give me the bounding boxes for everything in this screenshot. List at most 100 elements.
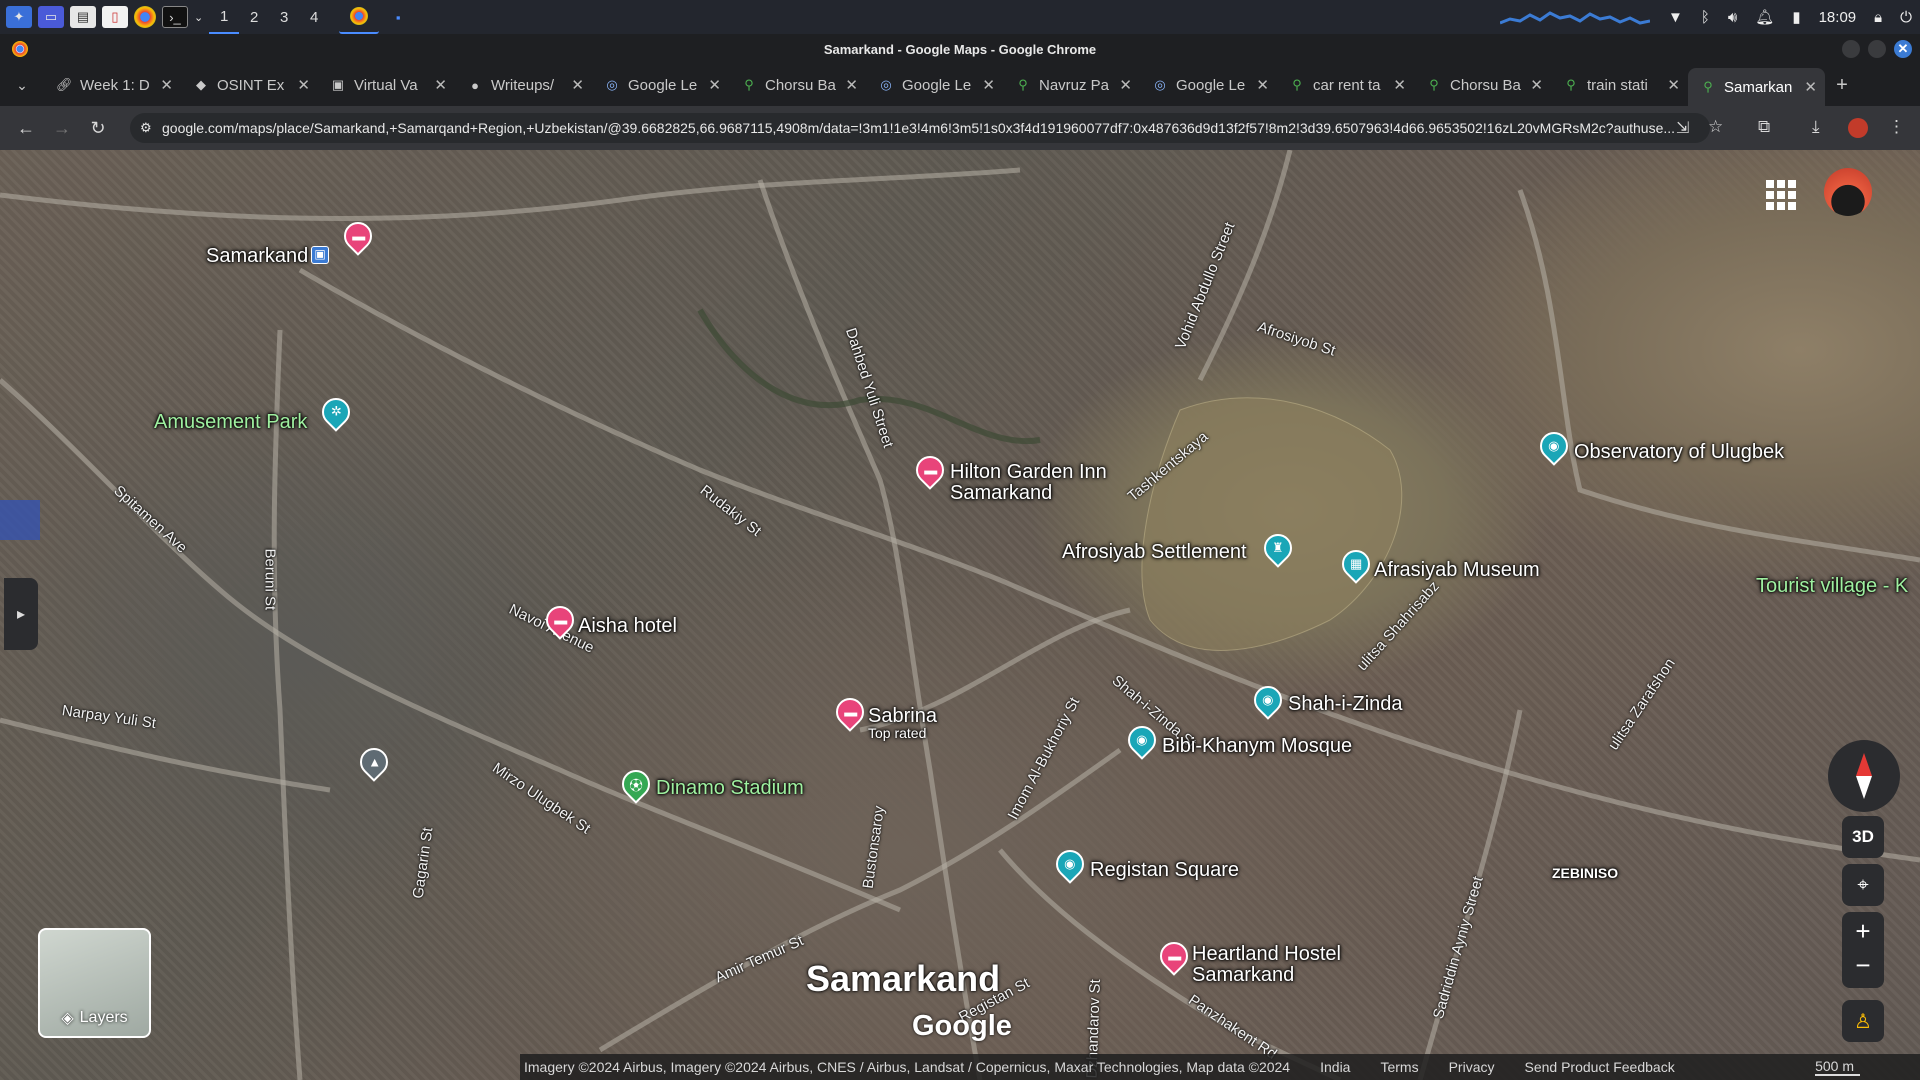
chevron-down-icon[interactable]: ⌄ — [194, 11, 203, 24]
document-icon[interactable]: ▯ — [102, 6, 128, 28]
google-apps-icon[interactable] — [1766, 180, 1796, 210]
map-canvas[interactable]: Dahbed Yuli Street Vohid Abdullo Street … — [0, 150, 1920, 1080]
tab-10[interactable]: ⚲ Chorsu Ba ✕ — [1414, 68, 1551, 102]
place-label-tourist-village[interactable]: Tourist village - K — [1756, 576, 1908, 596]
tab-12[interactable]: ⚲ Samarkan ✕ — [1688, 68, 1825, 106]
bookmark-star-icon[interactable]: ☆ — [1708, 117, 1723, 137]
chrome-icon[interactable] — [134, 6, 156, 28]
place-label-afrasiyab-museum[interactable]: Afrasiyab Museum — [1374, 560, 1540, 580]
close-tab-icon[interactable]: ✕ — [1393, 76, 1406, 94]
bell-icon[interactable]: 🔔︎ — [1755, 8, 1774, 26]
place-label-samarkand-station[interactable]: Samarkand — [206, 246, 308, 266]
museum-pin-icon[interactable]: ◉ — [1248, 680, 1288, 722]
school-pin-icon[interactable]: ▲ — [354, 742, 394, 784]
close-tab-icon[interactable]: ✕ — [845, 76, 858, 94]
profile-avatar[interactable] — [1848, 118, 1868, 138]
stadium-pin-icon[interactable]: ⚽︎ — [616, 764, 656, 806]
close-tab-icon[interactable]: ✕ — [982, 76, 995, 94]
scale-bar[interactable]: 500 m — [1815, 1058, 1860, 1076]
close-tab-icon[interactable]: ✕ — [1119, 76, 1132, 94]
launcher-icon[interactable]: ✦ — [6, 6, 32, 28]
workspace-3[interactable]: 3 — [269, 0, 299, 34]
3d-toggle-button[interactable]: 3D — [1842, 816, 1884, 858]
close-tab-icon[interactable]: ✕ — [1667, 76, 1680, 94]
place-label-dinamo-stadium[interactable]: Dinamo Stadium — [656, 778, 804, 798]
place-label-bibi-khanym-mosque[interactable]: Bibi-Khanym Mosque — [1162, 736, 1352, 756]
battery-icon[interactable]: ▮ — [1792, 8, 1800, 26]
place-label-afrosiyab-settlement[interactable]: Afrosiyab Settlement — [1062, 542, 1247, 562]
app-task-icon[interactable]: ▪ — [385, 6, 411, 28]
hotel-pin-icon[interactable]: ▬ — [910, 450, 950, 492]
close-tab-icon[interactable]: ✕ — [1256, 76, 1269, 94]
close-tab-icon[interactable]: ✕ — [434, 76, 447, 94]
park-pin-icon[interactable]: ✲ — [316, 392, 356, 434]
terms-link[interactable]: Terms — [1380, 1059, 1418, 1075]
reload-icon[interactable]: ↻ — [80, 118, 116, 139]
compass-icon[interactable] — [1828, 740, 1900, 812]
landmark-pin-icon[interactable]: ♜ — [1258, 528, 1298, 570]
desktop-icon[interactable]: ▭ — [38, 6, 64, 28]
close-tab-icon[interactable]: ✕ — [160, 76, 173, 94]
account-avatar[interactable] — [1824, 168, 1872, 216]
tab-8[interactable]: ◎ Google Le ✕ — [1140, 68, 1277, 102]
tab-3[interactable]: ● Writeups/ ✕ — [455, 68, 592, 102]
country-link[interactable]: India — [1320, 1059, 1350, 1075]
terminal-icon[interactable]: ›_ — [162, 6, 188, 28]
clock[interactable]: 18:09 — [1819, 9, 1857, 26]
forward-icon[interactable]: → — [44, 118, 80, 139]
museum-pin-icon[interactable]: ◉ — [1534, 426, 1574, 468]
minimize-button[interactable] — [1842, 40, 1860, 58]
museum-pin-icon[interactable]: ◉ — [1050, 844, 1090, 886]
tab-0[interactable]: 🔗︎ Week 1: D ✕ — [44, 68, 181, 102]
workspace-4[interactable]: 4 — [299, 0, 329, 34]
museum-pin-icon[interactable]: ▦ — [1336, 544, 1376, 586]
maximize-button[interactable] — [1868, 40, 1886, 58]
tab-5[interactable]: ⚲ Chorsu Ba ✕ — [729, 68, 866, 102]
privacy-link[interactable]: Privacy — [1449, 1059, 1495, 1075]
site-info-icon[interactable]: ⚙ — [140, 120, 152, 136]
close-tab-icon[interactable]: ✕ — [571, 76, 584, 94]
hotel-pin-icon[interactable]: ▬ — [830, 692, 870, 734]
place-label-amusement-park[interactable]: Amusement Park — [154, 412, 307, 432]
workspace-1[interactable]: 1 — [209, 0, 240, 34]
download-icon[interactable]: ⤓ — [1812, 117, 1820, 137]
address-bar[interactable]: ⚙ google.com/maps/place/Samarkand,+Samar… — [130, 113, 1710, 143]
close-tab-icon[interactable]: ✕ — [297, 76, 310, 94]
tab-4[interactable]: ◎ Google Le ✕ — [592, 68, 729, 102]
file-manager-icon[interactable]: ▤ — [70, 6, 96, 28]
place-label-registan-square[interactable]: Registan Square — [1090, 860, 1239, 880]
zoom-out-button[interactable]: − — [1855, 950, 1870, 988]
zoom-in-button[interactable]: + — [1855, 912, 1870, 950]
volume-icon[interactable]: 🔊︎ — [1728, 9, 1737, 26]
hotel-pin-icon[interactable]: ▬ — [338, 216, 378, 258]
wifi-icon[interactable]: ▼ — [1668, 9, 1683, 26]
lock-icon[interactable]: 🔒︎ — [1874, 9, 1882, 26]
workspace-2[interactable]: 2 — [239, 0, 269, 34]
close-window-button[interactable]: ✕ — [1894, 40, 1912, 58]
tab-11[interactable]: ⚲ train stati ✕ — [1551, 68, 1688, 102]
tab-1[interactable]: ◆ OSINT Ex ✕ — [181, 68, 318, 102]
place-label-sabrina[interactable]: Sabrina — [868, 706, 937, 726]
new-tab-button[interactable]: + — [1825, 74, 1859, 97]
museum-pin-icon[interactable]: ◉ — [1122, 720, 1162, 762]
my-location-icon[interactable]: ⌖ — [1842, 864, 1884, 906]
place-label-observatory-of-ulugbek[interactable]: Observatory of Ulugbek — [1574, 442, 1784, 462]
bluetooth-icon[interactable]: ᛒ — [1701, 9, 1710, 26]
hotel-pin-icon[interactable]: ▬ — [540, 600, 580, 642]
place-label-heartland-hostel[interactable]: Heartland Hostel Samarkand — [1192, 944, 1372, 986]
back-icon[interactable]: ← — [8, 118, 44, 139]
place-label-shah-i-zinda[interactable]: Shah-i-Zinda — [1288, 694, 1403, 714]
power-icon[interactable]: ⏻ — [1900, 9, 1912, 26]
menu-icon[interactable]: ⋮ — [1888, 117, 1905, 137]
close-tab-icon[interactable]: ✕ — [708, 76, 721, 94]
place-label-hilton-garden-inn[interactable]: Hilton Garden Inn Samarkand — [950, 462, 1120, 504]
close-tab-icon[interactable]: ✕ — [1804, 78, 1817, 96]
tab-6[interactable]: ◎ Google Le ✕ — [866, 68, 1003, 102]
extensions-icon[interactable]: ⧉ — [1758, 117, 1770, 137]
tab-search-icon[interactable]: ⌄ — [0, 77, 44, 94]
side-panel-toggle[interactable]: ▸ — [4, 578, 38, 650]
hotel-pin-icon[interactable]: ▬ — [1154, 936, 1194, 978]
pegman-icon[interactable]: ♙ — [1842, 1000, 1884, 1042]
tab-7[interactable]: ⚲ Navruz Pa ✕ — [1003, 68, 1140, 102]
layers-button[interactable]: ◈ Layers — [38, 928, 151, 1038]
